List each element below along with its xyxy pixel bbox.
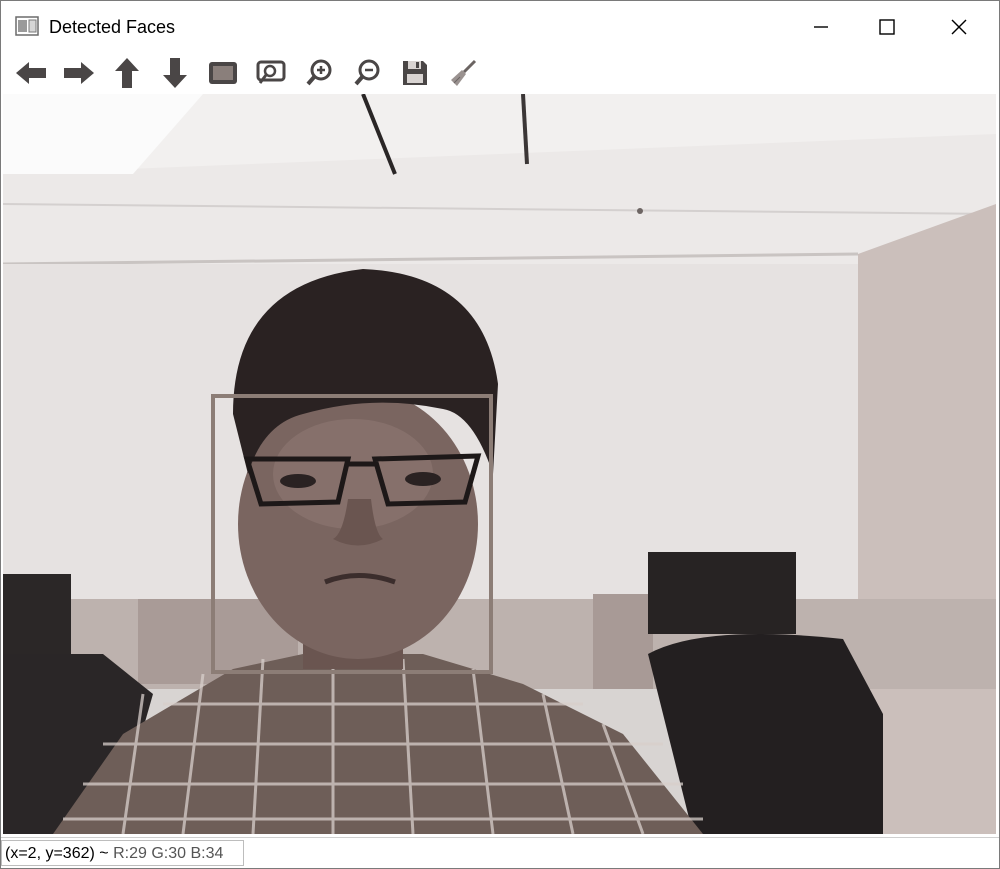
status-text: (x=2, y=362) ~ R:29 G:30 B:34 [5, 843, 223, 865]
zoom-in-icon [306, 59, 332, 86]
save-button[interactable] [395, 55, 435, 91]
minimize-button[interactable] [786, 1, 856, 53]
pan-left-button[interactable] [11, 55, 51, 91]
window-title: Detected Faces [49, 17, 176, 37]
status-bar: (x=2, y=362) ~ R:29 G:30 B:34 [1, 837, 999, 868]
title-bar[interactable]: Detected Faces [1, 1, 999, 53]
maximize-button[interactable] [852, 1, 922, 53]
pan-up-button[interactable] [107, 55, 147, 91]
save-icon [403, 61, 427, 85]
zoom-out-icon [354, 59, 380, 86]
arrow-up-icon [115, 58, 139, 88]
zoom-in-button[interactable] [299, 55, 339, 91]
arrow-down-icon [163, 58, 187, 88]
close-button[interactable] [924, 1, 994, 53]
cursor-coordinates: (x=2, y=362) ~ [5, 845, 109, 862]
properties-button[interactable] [443, 55, 483, 91]
arrow-left-icon [16, 62, 46, 84]
zoom-out-button[interactable] [347, 55, 387, 91]
pan-right-button[interactable] [59, 55, 99, 91]
arrow-right-icon [64, 62, 94, 84]
app-window-icon [15, 16, 39, 36]
brush-icon [451, 59, 477, 86]
pixel-rgb-value: R:29 G:30 B:34 [113, 845, 224, 862]
toolbar [1, 53, 999, 93]
maximize-icon [879, 19, 895, 35]
detected-faces-window: Detected Faces (x=2, y=362) ~ R:29 G:30 … [0, 0, 1000, 869]
image-viewport[interactable] [3, 94, 996, 834]
zoom-original-button[interactable] [251, 55, 291, 91]
zoom-region-icon [256, 60, 286, 84]
close-icon [951, 19, 967, 35]
webcam-frame-image [3, 94, 996, 834]
pan-down-button[interactable] [155, 55, 195, 91]
image-fit-icon [209, 62, 237, 84]
minimize-icon [814, 26, 828, 28]
zoom-fit-button[interactable] [203, 55, 243, 91]
